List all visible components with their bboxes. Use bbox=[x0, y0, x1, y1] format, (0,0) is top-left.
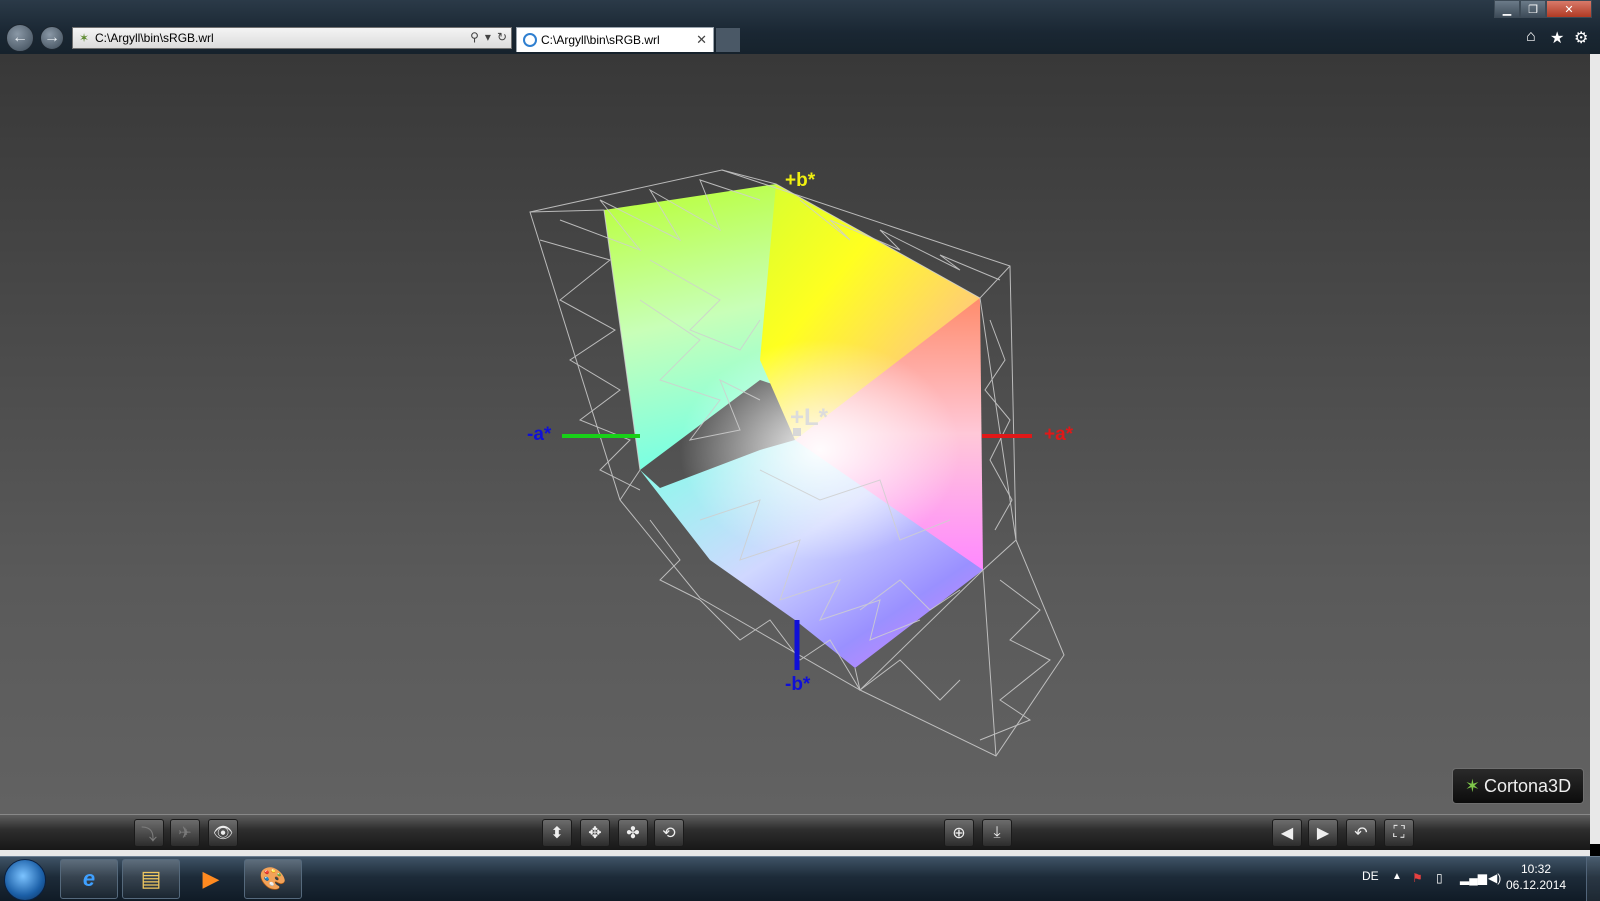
axis-label-plus-l: +L* bbox=[790, 404, 829, 431]
prev-viewpoint-button[interactable]: ◀ bbox=[1272, 819, 1302, 847]
clock-time: 10:32 bbox=[1520, 862, 1552, 876]
search-icon[interactable]: ⚲ bbox=[470, 30, 479, 44]
ie-icon bbox=[523, 33, 537, 47]
tray-expand-icon[interactable]: ▲ bbox=[1392, 871, 1402, 882]
slide-button[interactable]: ⬍ bbox=[542, 819, 572, 847]
logo-text: Cortona3D bbox=[1484, 775, 1572, 796]
restore-button[interactable]: ↶ bbox=[1346, 819, 1376, 847]
vrml-file-icon: ✶ bbox=[78, 31, 90, 45]
address-bar[interactable]: ✶ C:\Argyll\bin\sRGB.wrl ⚲ ▾ ↻ bbox=[72, 27, 512, 49]
slide-icon: ⬍ bbox=[550, 825, 564, 842]
study-button[interactable]: 👁 bbox=[208, 819, 238, 847]
home-icon[interactable]: ⌂ bbox=[1526, 28, 1536, 46]
turn-button[interactable]: ✤ bbox=[618, 819, 648, 847]
goto-button[interactable]: ⊕ bbox=[944, 819, 974, 847]
language-indicator[interactable]: DE bbox=[1362, 869, 1379, 883]
fit-button[interactable]: ⛶ bbox=[1384, 819, 1414, 847]
show-desktop-button[interactable] bbox=[1586, 857, 1600, 901]
gamut-3d-scene[interactable] bbox=[0, 54, 1590, 814]
new-tab-button[interactable] bbox=[716, 28, 740, 52]
turn-icon: ✤ bbox=[626, 825, 640, 842]
pan-icon: ✥ bbox=[588, 825, 602, 842]
tab-close-icon[interactable]: ✕ bbox=[696, 32, 707, 48]
ie-taskbar-icon[interactable]: e bbox=[60, 859, 118, 899]
undo-icon: ↶ bbox=[1354, 825, 1368, 842]
restore-window-button[interactable]: ❐ bbox=[1520, 0, 1546, 18]
roll-button[interactable]: ⟲ bbox=[654, 819, 684, 847]
axis-label-plus-a: +a* bbox=[1044, 424, 1074, 445]
media-player-taskbar-icon[interactable]: ▶ bbox=[182, 859, 240, 899]
address-text: C:\Argyll\bin\sRGB.wrl bbox=[95, 31, 214, 45]
plan-button[interactable]: ⤵ bbox=[134, 819, 164, 847]
cortona-star-icon: ✶ bbox=[1464, 775, 1481, 796]
next-icon: ▶ bbox=[1316, 825, 1330, 842]
network-icon[interactable]: ▂▄▆ bbox=[1460, 871, 1487, 885]
white-point-glow bbox=[680, 340, 960, 560]
forward-arrow-icon: → bbox=[44, 29, 60, 46]
axis-label-plus-b: +b* bbox=[785, 170, 816, 191]
paint-taskbar-icon[interactable]: 🎨 bbox=[244, 859, 302, 899]
target-icon: ⊕ bbox=[952, 825, 966, 842]
action-center-icon[interactable]: ⚑ bbox=[1412, 871, 1423, 885]
settings-icon[interactable]: ⚙ bbox=[1574, 28, 1588, 48]
axis-label-minus-a: -a* bbox=[527, 424, 552, 445]
fit-icon: ⛶ bbox=[1393, 824, 1405, 841]
vrml-viewport[interactable]: +b* -b* +a* -a* +L* ✶ Cortona3D bbox=[0, 54, 1590, 814]
back-arrow-icon: ← bbox=[12, 29, 28, 46]
prev-icon: ◀ bbox=[1280, 825, 1294, 842]
axis-label-minus-b: -b* bbox=[785, 674, 811, 695]
align-button[interactable]: ⤓ bbox=[982, 819, 1012, 847]
clock-date: 06.12.2014 bbox=[1506, 878, 1567, 892]
close-window-button[interactable]: ✕ bbox=[1546, 0, 1592, 18]
cortona3d-logo[interactable]: ✶ Cortona3D bbox=[1452, 768, 1584, 804]
dropdown-icon[interactable]: ▾ bbox=[485, 30, 491, 44]
clock[interactable]: 10:32 06.12.2014 bbox=[1506, 861, 1566, 893]
pan-button[interactable]: ✥ bbox=[580, 819, 610, 847]
volume-icon[interactable]: ◀) bbox=[1488, 871, 1501, 885]
eye-icon: 👁 bbox=[212, 825, 234, 842]
windows-taskbar: e ▤ ▶ 🎨 DE ▲ ⚑ ▯ ▂▄▆ ◀) 10:32 06.12.2014 bbox=[0, 856, 1600, 901]
plan-icon: ⤵ bbox=[140, 827, 157, 844]
start-button[interactable] bbox=[4, 859, 46, 901]
back-button[interactable]: ← bbox=[6, 24, 34, 52]
minimize-button[interactable]: ▁ bbox=[1494, 0, 1520, 18]
browser-top-bar: ← → ✶ C:\Argyll\bin\sRGB.wrl ⚲ ▾ ↻ C:\Ar… bbox=[0, 0, 1600, 54]
forward-button[interactable]: → bbox=[40, 26, 64, 50]
explorer-taskbar-icon[interactable]: ▤ bbox=[122, 859, 180, 899]
cortona-toolbar: ⤵ ✈ 👁 ⬍ ✥ ✤ ⟲ ⊕ ⤓ ◀ ▶ ↶ ⛶ bbox=[0, 814, 1590, 851]
power-icon[interactable]: ▯ bbox=[1436, 871, 1443, 885]
fly-button[interactable]: ✈ bbox=[170, 819, 200, 847]
favorites-icon[interactable]: ★ bbox=[1550, 28, 1564, 48]
refresh-icon[interactable]: ↻ bbox=[497, 30, 507, 44]
roll-icon: ⟲ bbox=[662, 825, 676, 842]
align-icon: ⤓ bbox=[993, 824, 1001, 841]
tab-title: C:\Argyll\bin\sRGB.wrl bbox=[541, 33, 660, 47]
vertical-scrollbar[interactable] bbox=[1590, 54, 1600, 844]
tab-active[interactable]: C:\Argyll\bin\sRGB.wrl ✕ bbox=[516, 27, 714, 52]
fly-icon: ✈ bbox=[178, 825, 192, 842]
next-viewpoint-button[interactable]: ▶ bbox=[1308, 819, 1338, 847]
